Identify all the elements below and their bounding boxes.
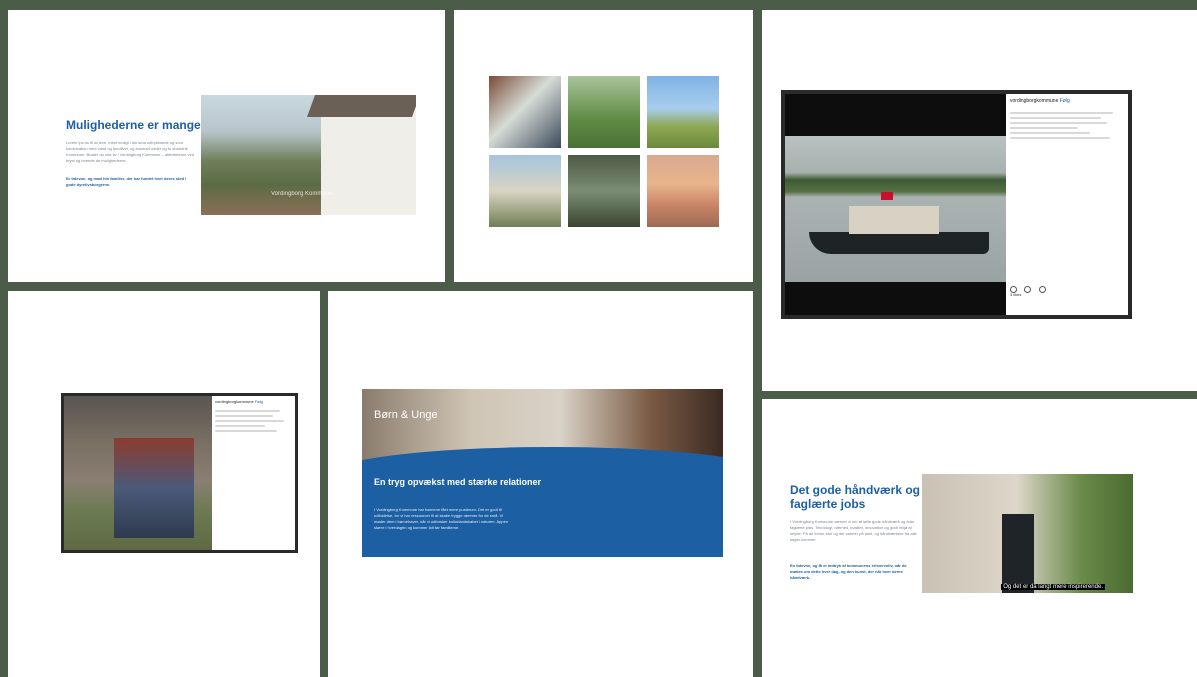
- slide-opportunities: Mulighederne er mange Lorem ips du til a…: [8, 10, 445, 282]
- share-icon[interactable]: [1038, 286, 1046, 293]
- instagram-account-family[interactable]: vordingborgkommune: [215, 399, 254, 404]
- slide-opportunities-heading: Mulighederne er mange: [66, 118, 201, 132]
- children-heading: En tryg opvækst med stærke relationer: [374, 477, 542, 487]
- photo-sign[interactable]: [489, 76, 561, 148]
- instagram-sidebar: vordingborgkommune Følg 3 likes: [1006, 94, 1128, 315]
- video-caption: Vordingborg Kommune: [271, 191, 333, 197]
- photo-cow[interactable]: [647, 76, 719, 148]
- ferry-scene: [785, 136, 1006, 282]
- photo-boat-wreck[interactable]: [568, 155, 640, 227]
- follow-button-family[interactable]: Følg: [255, 399, 263, 404]
- instagram-post-ferry: vordingborgkommune Følg 3 likes: [781, 90, 1132, 319]
- ferry-flag: [881, 192, 893, 200]
- comment-icon[interactable]: [1024, 286, 1032, 293]
- family-photo[interactable]: [64, 396, 212, 550]
- family-figures: [114, 438, 194, 538]
- village-house-shape: [321, 107, 416, 215]
- ferry-cabin: [849, 206, 939, 234]
- slide-children: Børn & Unge En tryg opvækst med stærke r…: [328, 291, 753, 677]
- slide-opportunities-body: Lorem ips du til at leve, mest muligt i …: [66, 140, 195, 163]
- slide-instagram-family: vordingborgkommune Følg: [8, 291, 320, 677]
- slide-instagram-ferry: vordingborgkommune Følg 3 likes: [762, 10, 1197, 391]
- instagram-account[interactable]: vordingborgkommune: [1010, 98, 1058, 104]
- slide-crafts: Det gode håndværk og faglærte jobs I Vor…: [762, 399, 1197, 677]
- ferry-hull: [809, 232, 989, 254]
- follow-button[interactable]: Følg: [1060, 98, 1070, 104]
- crafts-emphasis: En tidevne, og få et indtryk af kommunen…: [790, 563, 907, 580]
- craftsman-figure: [1002, 514, 1034, 593]
- crafts-body: I Vordingborg Kommune værner vi om at lø…: [790, 519, 917, 542]
- instagram-post-family: vordingborgkommune Følg: [61, 393, 298, 553]
- instagram-sidebar-family: vordingborgkommune Følg: [212, 396, 295, 550]
- children-banner: Børn & Unge En tryg opvækst med stærke r…: [362, 389, 723, 557]
- video-craftsman[interactable]: Og det er da langt mere inspirerende.: [922, 474, 1133, 593]
- banner-title: Børn & Unge: [374, 409, 438, 421]
- village-roof-shape: [306, 95, 416, 117]
- photo-child-meadow[interactable]: [568, 76, 640, 148]
- photo-sunset-beach[interactable]: [647, 155, 719, 227]
- video-village-walk[interactable]: Vordingborg Kommune: [201, 95, 416, 215]
- children-body: I Vordingborg Kommune har børnene fået m…: [374, 507, 509, 530]
- video-subtitle: Og det er da langt mere inspirerende.: [1001, 584, 1105, 590]
- ferry-photo[interactable]: [785, 94, 1006, 315]
- instagram-likes: 3 likes: [1010, 292, 1022, 297]
- slide-photo-grid: [454, 10, 753, 282]
- photo-cyclists[interactable]: [489, 155, 561, 227]
- crafts-heading: Det gode håndværk og faglærte jobs: [790, 483, 921, 511]
- slide-opportunities-emphasis: Er tidevne, og mød hin familier, der har…: [66, 176, 187, 187]
